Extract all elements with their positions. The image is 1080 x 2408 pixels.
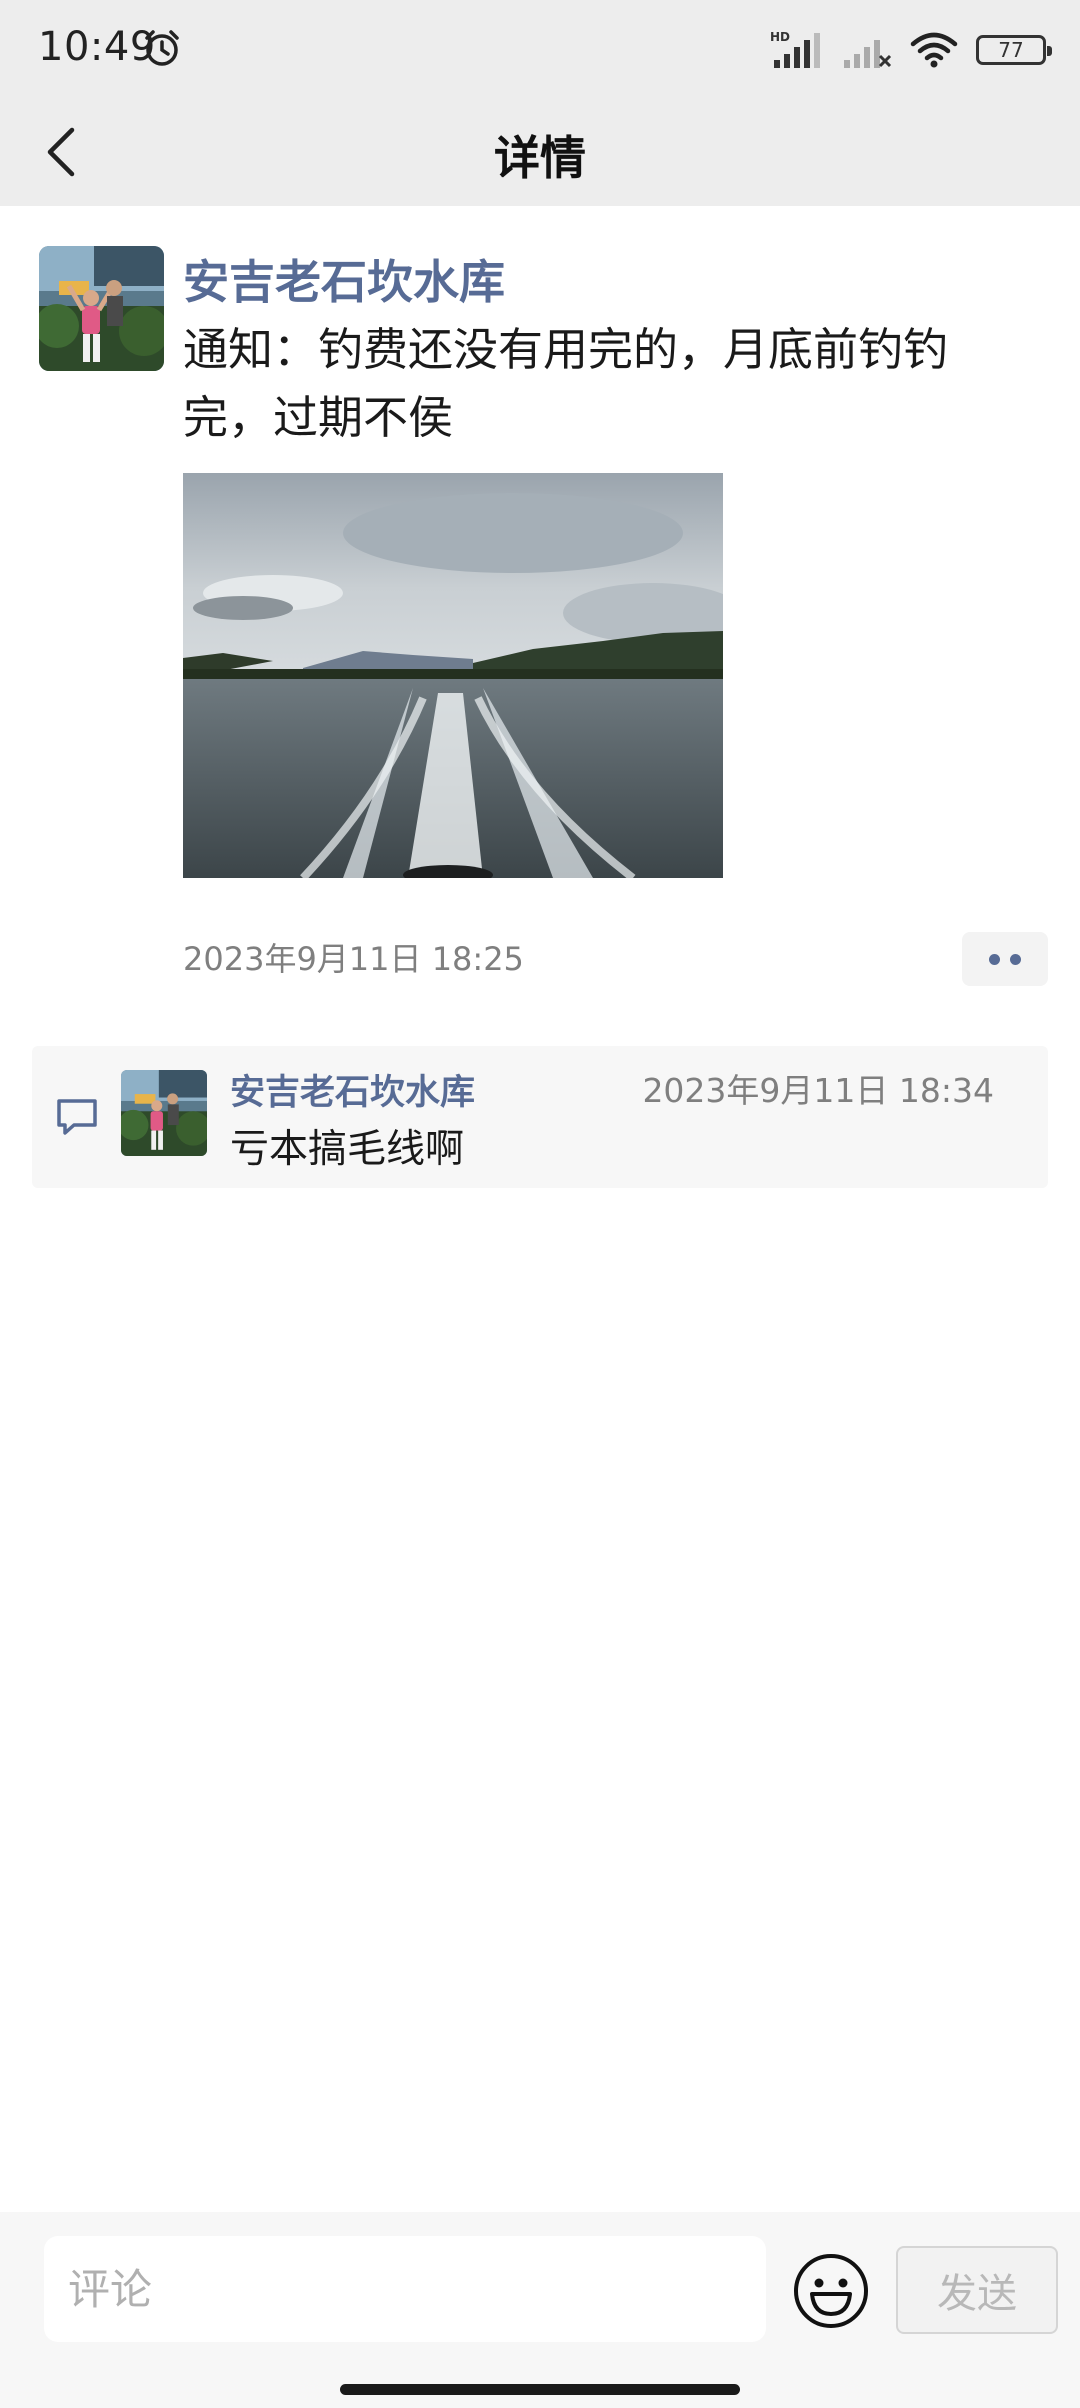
more-actions-button[interactable] — [962, 932, 1048, 986]
home-indicator[interactable] — [340, 2384, 740, 2395]
alarm-icon — [145, 30, 179, 66]
dot-icon — [989, 953, 1000, 965]
post-author-name[interactable]: 安吉老石坎水库 — [183, 246, 505, 312]
nav-bar: 详情 — [0, 98, 1080, 206]
hd-signal-icon: HD — [770, 30, 820, 68]
comment-input[interactable] — [44, 2236, 766, 2342]
boat-wake-photo — [183, 473, 723, 878]
top-area: 10:49 HD 77 详情 — [0, 0, 1080, 206]
comment-icon — [57, 1099, 97, 1135]
comment-author-name[interactable]: 安吉老石坎水库 — [230, 1064, 475, 1115]
page-title: 详情 — [494, 131, 586, 185]
battery-level: 77 — [998, 38, 1024, 62]
comment-timestamp: 2023年9月11日 18:34 — [642, 1071, 994, 1110]
comment-text[interactable]: 亏本搞毛线啊 — [230, 1118, 464, 1174]
avatar-image — [121, 1070, 207, 1156]
svg-text:HD: HD — [770, 30, 790, 44]
status-icons: HD 77 — [770, 28, 1052, 72]
post-image[interactable] — [183, 473, 723, 878]
comment-list: 安吉老石坎水库 2023年9月11日 18:34 亏本搞毛线啊 — [32, 1046, 1048, 1188]
avatar[interactable] — [39, 246, 164, 371]
wifi-icon — [910, 32, 958, 68]
dot-icon — [1010, 953, 1021, 965]
comment-composer: 发送 — [0, 2212, 1080, 2408]
send-button[interactable]: 发送 — [896, 2246, 1058, 2334]
smiley-face-icon[interactable] — [792, 2252, 870, 2330]
status-time: 10:49 — [38, 24, 156, 70]
status-bar: 10:49 HD 77 — [0, 0, 1080, 98]
no-signal-icon — [844, 40, 892, 68]
battery-icon: 77 — [976, 35, 1052, 65]
avatar-image — [39, 246, 164, 371]
post-timestamp: 2023年9月11日 18:25 — [183, 940, 524, 978]
avatar[interactable] — [121, 1070, 207, 1156]
post-text: 通知：钓费还没有用完的，月底前钓钓完，过期不侯 — [183, 323, 949, 444]
